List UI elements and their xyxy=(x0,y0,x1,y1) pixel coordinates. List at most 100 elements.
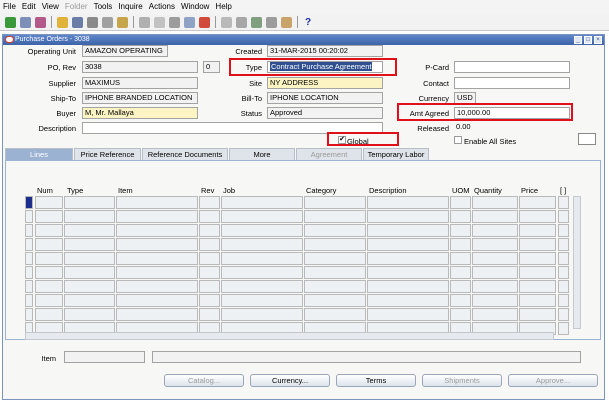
table-cell[interactable] xyxy=(221,294,303,307)
enable-all-sites-checkbox[interactable] xyxy=(454,136,462,144)
table-cell[interactable] xyxy=(450,196,471,209)
cut-icon[interactable] xyxy=(139,16,150,28)
site-field[interactable]: NY ADDRESS xyxy=(267,77,383,89)
table-cell[interactable] xyxy=(64,210,115,223)
menu-edit[interactable]: Edit xyxy=(19,0,39,14)
table-cell[interactable] xyxy=(64,280,115,293)
next-step-icon[interactable] xyxy=(72,16,83,28)
contact-field[interactable] xyxy=(454,77,570,89)
translations-icon[interactable] xyxy=(251,16,262,28)
table-cell[interactable] xyxy=(558,308,569,321)
table-cell[interactable] xyxy=(116,224,198,237)
bill-to-field[interactable]: IPHONE LOCATION xyxy=(267,92,383,104)
tab-lines[interactable]: Lines xyxy=(5,148,73,160)
copy-icon[interactable] xyxy=(154,16,165,28)
table-cell[interactable] xyxy=(304,266,366,279)
menu-inquire[interactable]: Inquire xyxy=(115,0,145,14)
table-cell[interactable] xyxy=(558,280,569,293)
description-field[interactable] xyxy=(82,122,383,134)
table-cell[interactable] xyxy=(519,196,556,209)
table-cell[interactable] xyxy=(450,210,471,223)
table-cell[interactable] xyxy=(221,266,303,279)
table-cell[interactable] xyxy=(64,196,115,209)
table-cell[interactable] xyxy=(199,224,220,237)
table-cell[interactable] xyxy=(519,294,556,307)
close-icon[interactable]: × xyxy=(594,36,602,44)
currency-field[interactable]: USD xyxy=(454,92,476,104)
menu-actions[interactable]: Actions xyxy=(146,0,178,14)
table-cell[interactable] xyxy=(221,252,303,265)
help-icon[interactable]: ? xyxy=(305,17,311,28)
item-description-field[interactable] xyxy=(152,351,581,363)
table-cell[interactable] xyxy=(304,280,366,293)
created-field[interactable]: 31-MAR-2015 00:20:02 xyxy=(267,45,383,57)
table-cell[interactable] xyxy=(450,252,471,265)
table-cell[interactable] xyxy=(116,238,198,251)
maximize-icon[interactable]: □ xyxy=(584,36,592,44)
table-cell[interactable] xyxy=(199,196,220,209)
table-cell[interactable] xyxy=(472,224,518,237)
tab-reference-documents[interactable]: Reference Documents xyxy=(142,148,228,160)
table-cell[interactable] xyxy=(558,266,569,279)
table-cell[interactable] xyxy=(199,238,220,251)
row-selector[interactable] xyxy=(25,210,33,223)
operating-unit-field[interactable]: AMAZON OPERATING xyxy=(82,45,168,57)
table-cell[interactable] xyxy=(35,294,63,307)
table-cell[interactable] xyxy=(519,308,556,321)
row-selector[interactable] xyxy=(25,238,33,251)
row-selector[interactable] xyxy=(25,224,33,237)
buyer-field[interactable]: M, Mr. Mallaya xyxy=(82,107,198,119)
item-field[interactable] xyxy=(64,351,145,363)
table-cell[interactable] xyxy=(519,210,556,223)
print-icon[interactable] xyxy=(87,16,98,28)
supplier-field[interactable]: MAXIMUS xyxy=(82,77,198,89)
table-cell[interactable] xyxy=(221,238,303,251)
table-cell[interactable] xyxy=(519,252,556,265)
tab-price-reference[interactable]: Price Reference xyxy=(74,148,141,160)
type-field[interactable]: Contract Purchase Agreement xyxy=(267,61,383,73)
table-cell[interactable] xyxy=(558,196,569,209)
revision-field[interactable]: 0 xyxy=(203,61,220,73)
table-cell[interactable] xyxy=(450,224,471,237)
minimize-icon[interactable]: _ xyxy=(574,36,582,44)
menu-tools[interactable]: Tools xyxy=(91,0,116,14)
tab-more[interactable]: More xyxy=(229,148,295,160)
row-selector[interactable] xyxy=(25,308,33,321)
tab-agreement[interactable]: Agreement xyxy=(296,148,362,160)
table-cell[interactable] xyxy=(116,196,198,209)
table-cell[interactable] xyxy=(472,196,518,209)
table-cell[interactable] xyxy=(519,280,556,293)
folder-tools-icon[interactable] xyxy=(281,16,292,28)
table-cell[interactable] xyxy=(450,238,471,251)
header-flexfield[interactable] xyxy=(578,133,596,145)
terms-button[interactable]: Terms xyxy=(336,374,416,387)
row-selector[interactable] xyxy=(25,252,33,265)
currency-button[interactable]: Currency... xyxy=(250,374,330,387)
table-cell[interactable] xyxy=(221,308,303,321)
lines-vertical-scrollbar[interactable] xyxy=(573,196,581,329)
table-cell[interactable] xyxy=(472,294,518,307)
ship-to-field[interactable]: IPHONE BRANDED LOCATION xyxy=(82,92,198,104)
table-cell[interactable] xyxy=(199,252,220,265)
table-cell[interactable] xyxy=(199,308,220,321)
row-selector[interactable] xyxy=(25,266,33,279)
menu-view[interactable]: View xyxy=(39,0,62,14)
table-cell[interactable] xyxy=(221,224,303,237)
status-field[interactable]: Approved xyxy=(267,107,383,119)
tab-temporary-labor[interactable]: Temporary Labor xyxy=(363,148,429,160)
table-cell[interactable] xyxy=(35,266,63,279)
table-cell[interactable] xyxy=(35,196,63,209)
row-selector[interactable] xyxy=(25,196,33,209)
table-cell[interactable] xyxy=(35,224,63,237)
table-cell[interactable] xyxy=(199,280,220,293)
table-cell[interactable] xyxy=(558,252,569,265)
approve-button[interactable]: Approve... xyxy=(508,374,598,387)
table-cell[interactable] xyxy=(367,266,449,279)
table-cell[interactable] xyxy=(519,238,556,251)
table-cell[interactable] xyxy=(367,294,449,307)
global-checkbox[interactable]: ✔ xyxy=(338,136,346,144)
table-cell[interactable] xyxy=(367,280,449,293)
table-cell[interactable] xyxy=(367,224,449,237)
delete-icon[interactable] xyxy=(199,16,210,28)
table-cell[interactable] xyxy=(304,196,366,209)
